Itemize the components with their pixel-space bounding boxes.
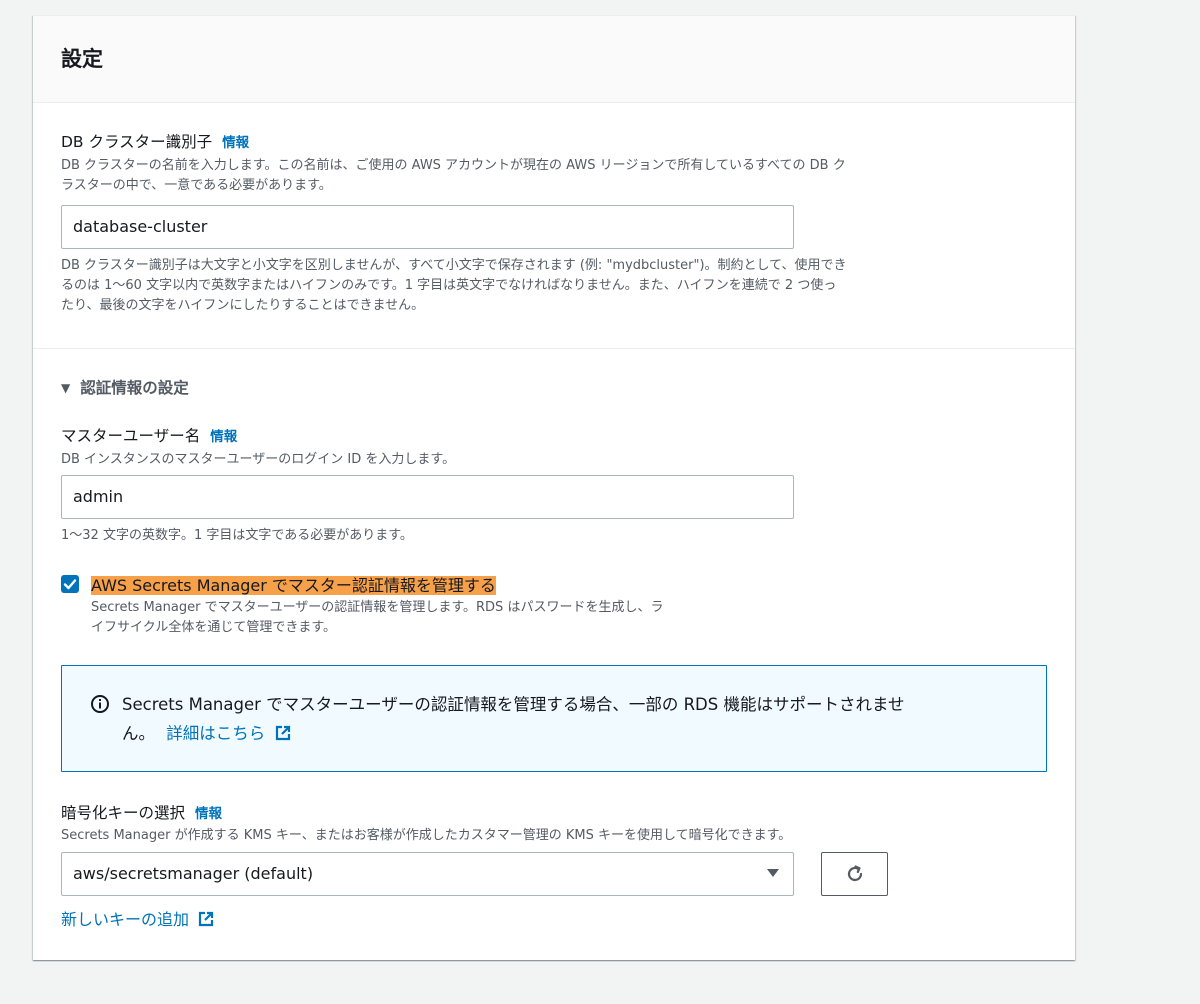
master-username-input[interactable]: admin (61, 475, 794, 519)
cluster-id-constraint-line3: たり、最後の文字をハイフンにしたりすることはできません。 (61, 298, 425, 313)
cluster-id-description-line2: ラスターの中で、一意である必要があります。 (61, 178, 332, 193)
add-new-key-link-text: 新しいキーの追加 (61, 910, 190, 929)
secrets-manager-label-text: AWS Secrets Manager でマスター認証情報を管理する (91, 576, 496, 595)
master-username-description: DB インスタンスのマスターユーザーのログイン ID を入力します。 (61, 452, 456, 467)
cluster-id-description-line1: DB クラスターの名前を入力します。この名前は、ご使用の AWS アカウントが現… (61, 158, 846, 173)
secrets-manager-checkbox[interactable] (61, 575, 79, 593)
info-alert-text: Secrets Manager でマスターユーザーの認証情報を管理する場合、一部… (122, 690, 904, 748)
refresh-button[interactable] (821, 852, 888, 896)
caret-down-icon (767, 869, 779, 877)
master-username-info-link[interactable]: 情報 (210, 429, 237, 445)
cluster-id-constraint: DB クラスター識別子は大文字と小文字を区別しませんが、すべて小文字で保存されま… (61, 256, 847, 316)
panel-title: 設定 (61, 47, 103, 71)
cluster-id-info-link[interactable]: 情報 (222, 135, 249, 151)
section-divider (33, 348, 1075, 349)
info-alert-text-line2: ん。 詳細はこちら (122, 719, 904, 748)
encryption-key-selected-value: aws/secretsmanager (default) (73, 864, 314, 883)
external-link-icon (275, 725, 290, 741)
secrets-manager-description-line1: Secrets Manager でマスターユーザーの認証情報を管理します。RDS… (91, 600, 664, 615)
encryption-key-select[interactable]: aws/secretsmanager (default) (61, 852, 794, 896)
settings-panel: 設定 DB クラスター識別子 情報 DB クラスターの名前を入力します。この名前は… (33, 15, 1075, 960)
info-alert: Secrets Manager でマスターユーザーの認証情報を管理する場合、一部… (61, 665, 1047, 772)
info-alert-text-line1: Secrets Manager でマスターユーザーの認証情報を管理する場合、一部… (122, 695, 905, 714)
encryption-key-info-link[interactable]: 情報 (195, 806, 222, 822)
cluster-id-description: DB クラスターの名前を入力します。この名前は、ご使用の AWS アカウントが現… (61, 156, 846, 196)
secrets-manager-label[interactable]: AWS Secrets Manager でマスター認証情報を管理する (91, 572, 496, 596)
credentials-section-title: 認証情報の設定 (80, 379, 189, 397)
secrets-manager-description: Secrets Manager でマスターユーザーの認証情報を管理します。RDS… (91, 598, 663, 638)
cluster-id-constraint-line1: DB クラスター識別子は大文字と小文字を区別しませんが、すべて小文字で保存されま… (61, 258, 847, 273)
learn-more-link-text: 詳細はこちら (166, 724, 266, 743)
refresh-icon (847, 865, 863, 882)
caret-down-icon: ▼ (61, 381, 71, 395)
info-alert-text-line2-start: ん。 (122, 724, 155, 743)
encryption-key-label: 暗号化キーの選択 (61, 804, 186, 822)
checkmark-icon (63, 579, 77, 590)
add-new-key-link[interactable]: 新しいキーの追加 (61, 906, 215, 930)
cluster-id-constraint-line2: るのは 1〜60 文字以内で英数字またはハイフンのみです。1 字目は英文字でなけ… (61, 278, 837, 293)
cluster-id-input[interactable]: database-cluster (61, 205, 794, 249)
master-username-label-row: マスターユーザー名 情報 (61, 424, 237, 446)
credentials-section-toggle[interactable]: ▼ 認証情報の設定 (61, 376, 189, 398)
learn-more-link[interactable]: 詳細はこちら (166, 724, 291, 743)
cluster-id-label-row: DB クラスター識別子 情報 (61, 130, 249, 152)
encryption-key-description: Secrets Manager が作成する KMS キー、またはお客様が作成した… (61, 828, 792, 843)
info-icon (91, 695, 109, 713)
master-username-label: マスターユーザー名 (61, 427, 201, 445)
encryption-key-label-row: 暗号化キーの選択 情報 (61, 801, 222, 823)
panel-header: 設定 (33, 16, 1075, 103)
master-username-constraint: 1〜32 文字の英数字。1 字目は文字である必要があります。 (61, 528, 413, 543)
external-link-icon (199, 911, 214, 927)
cluster-id-label: DB クラスター識別子 (61, 133, 213, 151)
secrets-manager-description-line2: イフサイクル全体を通じて管理できます。 (91, 620, 337, 635)
